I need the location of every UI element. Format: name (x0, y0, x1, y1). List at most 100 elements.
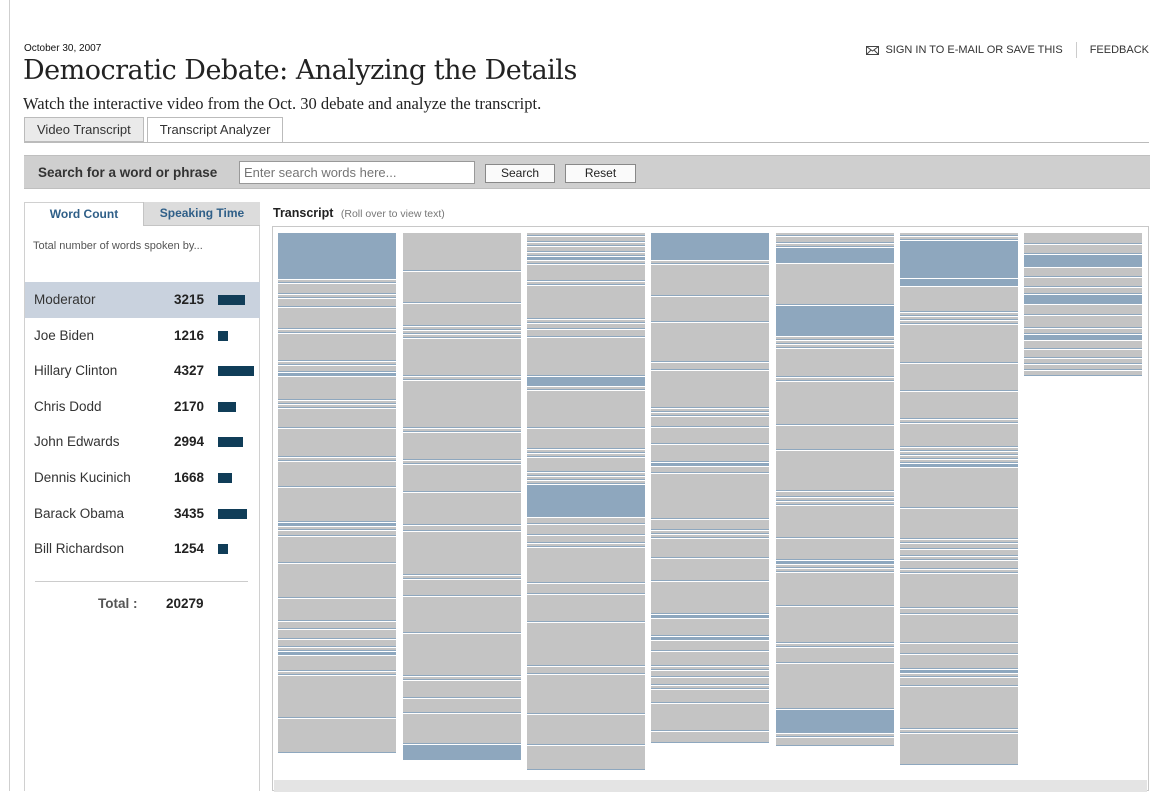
transcript-segment[interactable] (776, 565, 894, 567)
transcript-segment[interactable] (527, 485, 645, 516)
transcript-segment[interactable] (651, 323, 769, 361)
transcript-segment[interactable] (651, 619, 769, 635)
transcript-segment[interactable] (1024, 268, 1142, 276)
transcript-segment[interactable] (776, 345, 894, 347)
transcript-segment[interactable] (527, 253, 645, 255)
transcript-segment[interactable] (900, 550, 1018, 555)
transcript-scrollbar[interactable] (274, 780, 1147, 792)
transcript-segment[interactable] (278, 233, 396, 278)
transcript-segment[interactable] (651, 467, 769, 472)
transcript-segment[interactable] (278, 280, 396, 282)
transcript-segment[interactable] (527, 265, 645, 280)
transcript-segment[interactable] (900, 734, 1018, 764)
transcript-segment[interactable] (900, 609, 1018, 613)
transcript-segment[interactable] (278, 295, 396, 297)
transcript-segment[interactable] (651, 371, 769, 407)
transcript-segment[interactable] (900, 678, 1018, 685)
transcript-segment[interactable] (651, 417, 769, 426)
speaker-row[interactable]: John Edwards 2994 (25, 424, 260, 460)
transcript-segment[interactable] (776, 426, 894, 449)
feedback-link[interactable]: FEEDBACK (1090, 44, 1149, 56)
transcript-segment[interactable] (776, 664, 894, 708)
transcript-segment[interactable] (900, 452, 1018, 454)
transcript-segment[interactable] (403, 339, 521, 375)
transcript-segment[interactable] (527, 623, 645, 665)
transcript-segment[interactable] (900, 574, 1018, 607)
transcript-segment[interactable] (900, 317, 1018, 319)
search-button[interactable]: Search (485, 164, 555, 183)
transcript-segment[interactable] (278, 523, 396, 525)
transcript-segment[interactable] (900, 464, 1018, 466)
transcript-segment[interactable] (527, 286, 645, 318)
transcript-segment[interactable] (900, 644, 1018, 653)
transcript-segment[interactable] (776, 648, 894, 662)
transcript-segment[interactable] (1024, 278, 1142, 286)
transcript-segment[interactable] (900, 570, 1018, 572)
transcript-segment[interactable] (527, 282, 645, 284)
transcript-segment[interactable] (403, 331, 521, 333)
transcript-segment[interactable] (776, 306, 894, 335)
transcript-segment[interactable] (651, 261, 769, 263)
tab-speaking-time[interactable]: Speaking Time (143, 202, 260, 226)
transcript-segment[interactable] (900, 674, 1018, 676)
transcript-segment[interactable] (651, 686, 769, 688)
transcript-segment[interactable] (776, 378, 894, 380)
transcript-segment[interactable] (900, 540, 1018, 542)
transcript-segment[interactable] (1024, 233, 1142, 243)
transcript-segment[interactable] (900, 468, 1018, 507)
transcript-segment[interactable] (278, 462, 396, 486)
transcript-segment[interactable] (651, 667, 769, 669)
transcript-segment[interactable] (651, 535, 769, 537)
transcript-segment[interactable] (900, 687, 1018, 728)
speaker-row[interactable]: Joe Biden 1216 (25, 318, 260, 354)
sign-in-link[interactable]: SIGN IN TO E-MAIL OR SAVE THIS (866, 44, 1063, 56)
transcript-segment[interactable] (1024, 329, 1142, 333)
transcript-segment[interactable] (527, 261, 645, 263)
tab-transcript-analyzer[interactable]: Transcript Analyzer (146, 117, 284, 143)
transcript-segment[interactable] (1024, 371, 1142, 375)
transcript-segment[interactable] (651, 233, 769, 259)
transcript-segment[interactable] (403, 681, 521, 697)
search-input[interactable] (239, 161, 475, 184)
transcript-segment[interactable] (651, 652, 769, 665)
tab-word-count[interactable]: Word Count (25, 202, 143, 226)
transcript-segment[interactable] (651, 615, 769, 617)
transcript-segment[interactable] (527, 377, 645, 385)
transcript-segment[interactable] (403, 377, 521, 379)
transcript-segment[interactable] (403, 677, 521, 679)
transcript-segment[interactable] (900, 561, 1018, 568)
transcript-segment[interactable] (900, 313, 1018, 315)
transcript-segment[interactable] (776, 561, 894, 563)
transcript-segment[interactable] (527, 338, 645, 375)
transcript-segment[interactable] (527, 595, 645, 621)
transcript-segment[interactable] (278, 299, 396, 306)
transcript-segment[interactable] (278, 366, 396, 371)
transcript-segment[interactable] (527, 237, 645, 241)
transcript-segment[interactable] (527, 429, 645, 448)
transcript-segment[interactable] (651, 732, 769, 742)
transcript-segment[interactable] (403, 327, 521, 329)
transcript-segment[interactable] (776, 244, 894, 246)
transcript-segment[interactable] (776, 710, 894, 732)
transcript-segment[interactable] (278, 599, 396, 620)
transcript-segment[interactable] (900, 321, 1018, 323)
transcript-segment[interactable] (527, 247, 645, 251)
transcript-segment[interactable] (527, 387, 645, 389)
transcript-segment[interactable] (403, 576, 521, 578)
transcript-segment[interactable] (278, 622, 396, 628)
tab-video-transcript[interactable]: Video Transcript (24, 117, 144, 142)
transcript-segment[interactable] (278, 409, 396, 427)
transcript-segment[interactable] (900, 325, 1018, 362)
transcript-segment[interactable] (527, 746, 645, 769)
transcript-segment[interactable] (527, 525, 645, 534)
transcript-segment[interactable] (403, 597, 521, 632)
transcript-segment[interactable] (403, 381, 521, 427)
transcript-segment[interactable] (776, 569, 894, 571)
transcript-segment[interactable] (527, 477, 645, 479)
transcript-segment[interactable] (278, 377, 396, 399)
transcript-segment[interactable] (1024, 305, 1142, 314)
transcript-segment[interactable] (278, 284, 396, 293)
transcript-segment[interactable] (403, 745, 521, 759)
transcript-segment[interactable] (776, 341, 894, 343)
transcript-segment[interactable] (278, 531, 396, 535)
